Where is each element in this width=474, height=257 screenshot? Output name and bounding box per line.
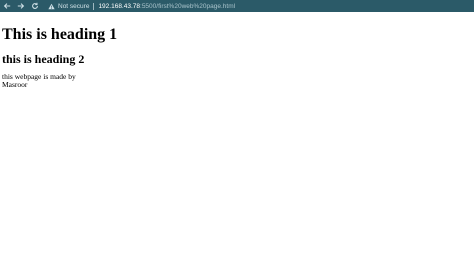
back-button[interactable] [0, 0, 14, 12]
browser-toolbar: Not secure 192.168.43.78:5500/first%20we… [0, 0, 474, 12]
arrow-right-icon [17, 3, 25, 9]
reload-button[interactable] [28, 0, 42, 12]
reload-icon [32, 2, 38, 9]
page-content: This is heading 1 this is heading 2 this… [0, 12, 474, 257]
forward-button[interactable] [14, 0, 28, 12]
address-bar[interactable]: 192.168.43.78:5500/first%20web%20page.ht… [98, 3, 235, 10]
security-label: Not secure [58, 2, 90, 10]
url-path: :5500/first%20web%20page.html [140, 2, 236, 10]
heading-2: this is heading 2 [2, 52, 85, 66]
paragraph-line-2: Masroor [2, 80, 28, 89]
url-separator [93, 2, 95, 10]
paragraph: this webpage is made by Masroor [2, 73, 76, 89]
warning-icon [48, 3, 55, 9]
url-host: 192.168.43.78 [98, 2, 141, 10]
heading-1: This is heading 1 [2, 26, 118, 43]
security-indicator[interactable]: Not secure [48, 3, 89, 10]
arrow-left-icon [3, 3, 11, 9]
